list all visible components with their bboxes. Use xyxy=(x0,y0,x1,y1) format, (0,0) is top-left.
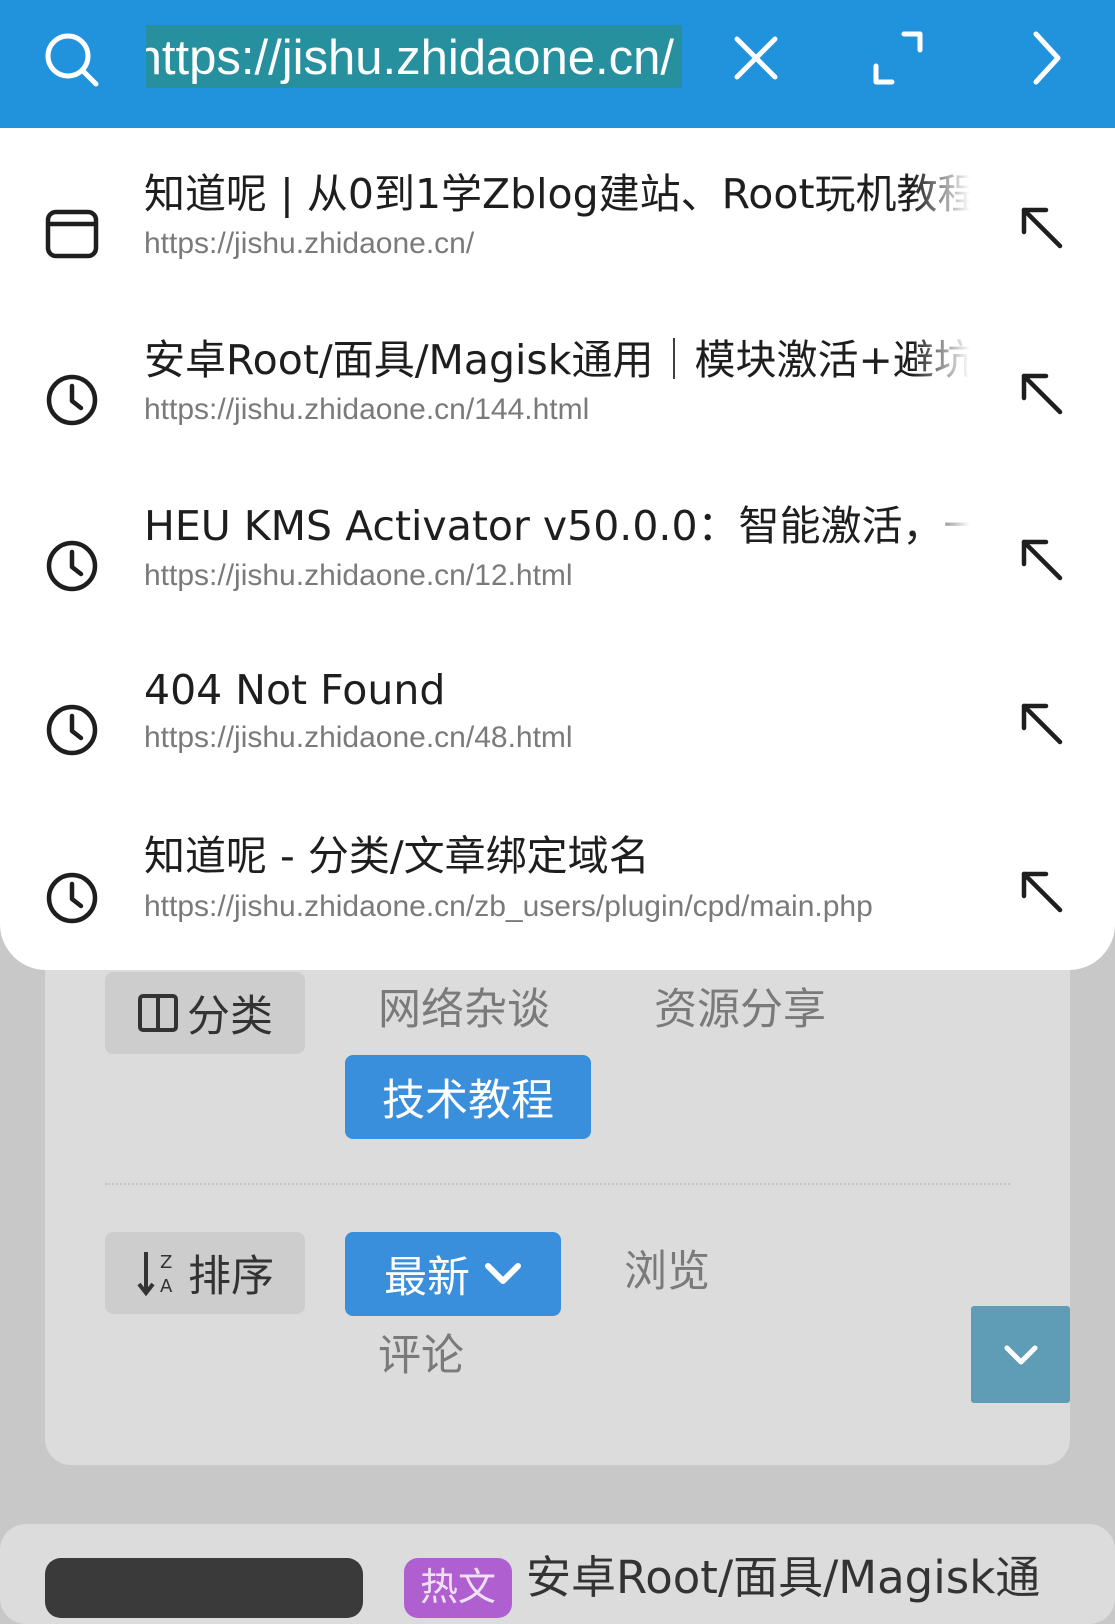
arrow-up-left-icon[interactable] xyxy=(1016,202,1068,254)
category-chip-active[interactable]: 技术教程 xyxy=(345,1055,591,1139)
suggestion-dropdown: 知道呢 | 从0到1学Zblog建站、Root玩机教程 https://jish… xyxy=(0,128,1115,970)
history-clock-icon xyxy=(46,374,98,426)
sort-filter-label: Z A 排序 xyxy=(105,1232,305,1314)
arrow-up-left-icon[interactable] xyxy=(1016,534,1068,586)
suggestion-url: https://jishu.zhidaone.cn/144.html xyxy=(144,393,590,426)
suggestion-url: https://jishu.zhidaone.cn/12.html xyxy=(144,559,573,592)
category-filter-text: 分类 xyxy=(187,992,273,1042)
category-filter-label: 分类 xyxy=(105,972,305,1054)
suggestion-title: 知道呢 | 从0到1学Zblog建站、Root玩机教程 xyxy=(144,170,970,218)
hot-badge: 热文 xyxy=(404,1558,512,1618)
sort-chip-active[interactable]: 最新 xyxy=(345,1232,561,1316)
browser-top-bar: https://jishu.zhidaone.cn/ xyxy=(0,0,1115,128)
arrow-up-left-icon[interactable] xyxy=(1016,866,1068,918)
svg-text:Z: Z xyxy=(160,1252,172,1273)
suggestion-title: 404 Not Found xyxy=(144,666,446,714)
suggestion-title: HEU KMS Activator v50.0.0：智能激活，一键 xyxy=(144,502,970,550)
category-chip-0[interactable]: 网络杂谈 xyxy=(378,984,550,1036)
history-clock-icon xyxy=(46,540,98,592)
sort-filter-text: 排序 xyxy=(188,1252,274,1302)
suggestion-title: 安卓Root/面具/Magisk通用｜模块激活+避坑 xyxy=(144,336,970,384)
suggestion-url: https://jishu.zhidaone.cn/48.html xyxy=(144,721,573,754)
url-input-value: https://jishu.zhidaone.cn/ xyxy=(146,31,674,85)
scan-frame-icon[interactable] xyxy=(868,30,928,86)
svg-text:A: A xyxy=(160,1276,173,1297)
suggestion-item[interactable]: 知道呢 | 从0到1学Zblog建站、Root玩机教程 https://jish… xyxy=(0,148,1115,314)
columns-icon xyxy=(138,994,178,1032)
chevron-down-icon xyxy=(485,1263,521,1284)
scroll-down-button[interactable] xyxy=(971,1306,1070,1403)
post-thumbnail[interactable] xyxy=(45,1558,363,1618)
suggestion-url: https://jishu.zhidaone.cn/zb_users/plugi… xyxy=(144,890,873,923)
sort-chip-0[interactable]: 浏览 xyxy=(624,1246,710,1298)
arrow-up-left-icon[interactable] xyxy=(1016,698,1068,750)
suggestion-title: 知道呢 - 分类/文章绑定域名 xyxy=(144,832,650,880)
chevron-right-icon[interactable] xyxy=(1022,30,1070,86)
sort-chip-1[interactable]: 评论 xyxy=(378,1330,464,1382)
history-clock-icon xyxy=(46,872,98,924)
suggestion-url: https://jishu.zhidaone.cn/ xyxy=(144,227,475,260)
category-chip-1[interactable]: 资源分享 xyxy=(654,984,826,1036)
search-icon[interactable] xyxy=(40,28,102,90)
filter-divider xyxy=(105,1183,1010,1185)
suggestion-item[interactable]: HEU KMS Activator v50.0.0：智能激活，一键 https:… xyxy=(0,480,1115,646)
sort-chip-active-label: 最新 xyxy=(384,1253,470,1303)
history-clock-icon xyxy=(46,704,98,756)
close-icon[interactable] xyxy=(728,30,784,86)
arrow-up-left-icon[interactable] xyxy=(1016,368,1068,420)
suggestion-item[interactable]: 404 Not Found https://jishu.zhidaone.cn/… xyxy=(0,644,1115,810)
category-chip-active-label: 技术教程 xyxy=(382,1076,554,1126)
suggestion-item[interactable]: 安卓Root/面具/Magisk通用｜模块激活+避坑 https://jishu… xyxy=(0,314,1115,480)
chevron-down-icon xyxy=(1004,1345,1037,1364)
post-title[interactable]: 安卓Root/面具/Magisk通 xyxy=(526,1550,1040,1606)
window-icon xyxy=(45,209,99,259)
url-input[interactable]: https://jishu.zhidaone.cn/ xyxy=(146,25,682,88)
sort-az-icon: Z A xyxy=(137,1252,173,1297)
suggestion-item[interactable]: 知道呢 - 分类/文章绑定域名 https://jishu.zhidaone.c… xyxy=(0,812,1115,978)
